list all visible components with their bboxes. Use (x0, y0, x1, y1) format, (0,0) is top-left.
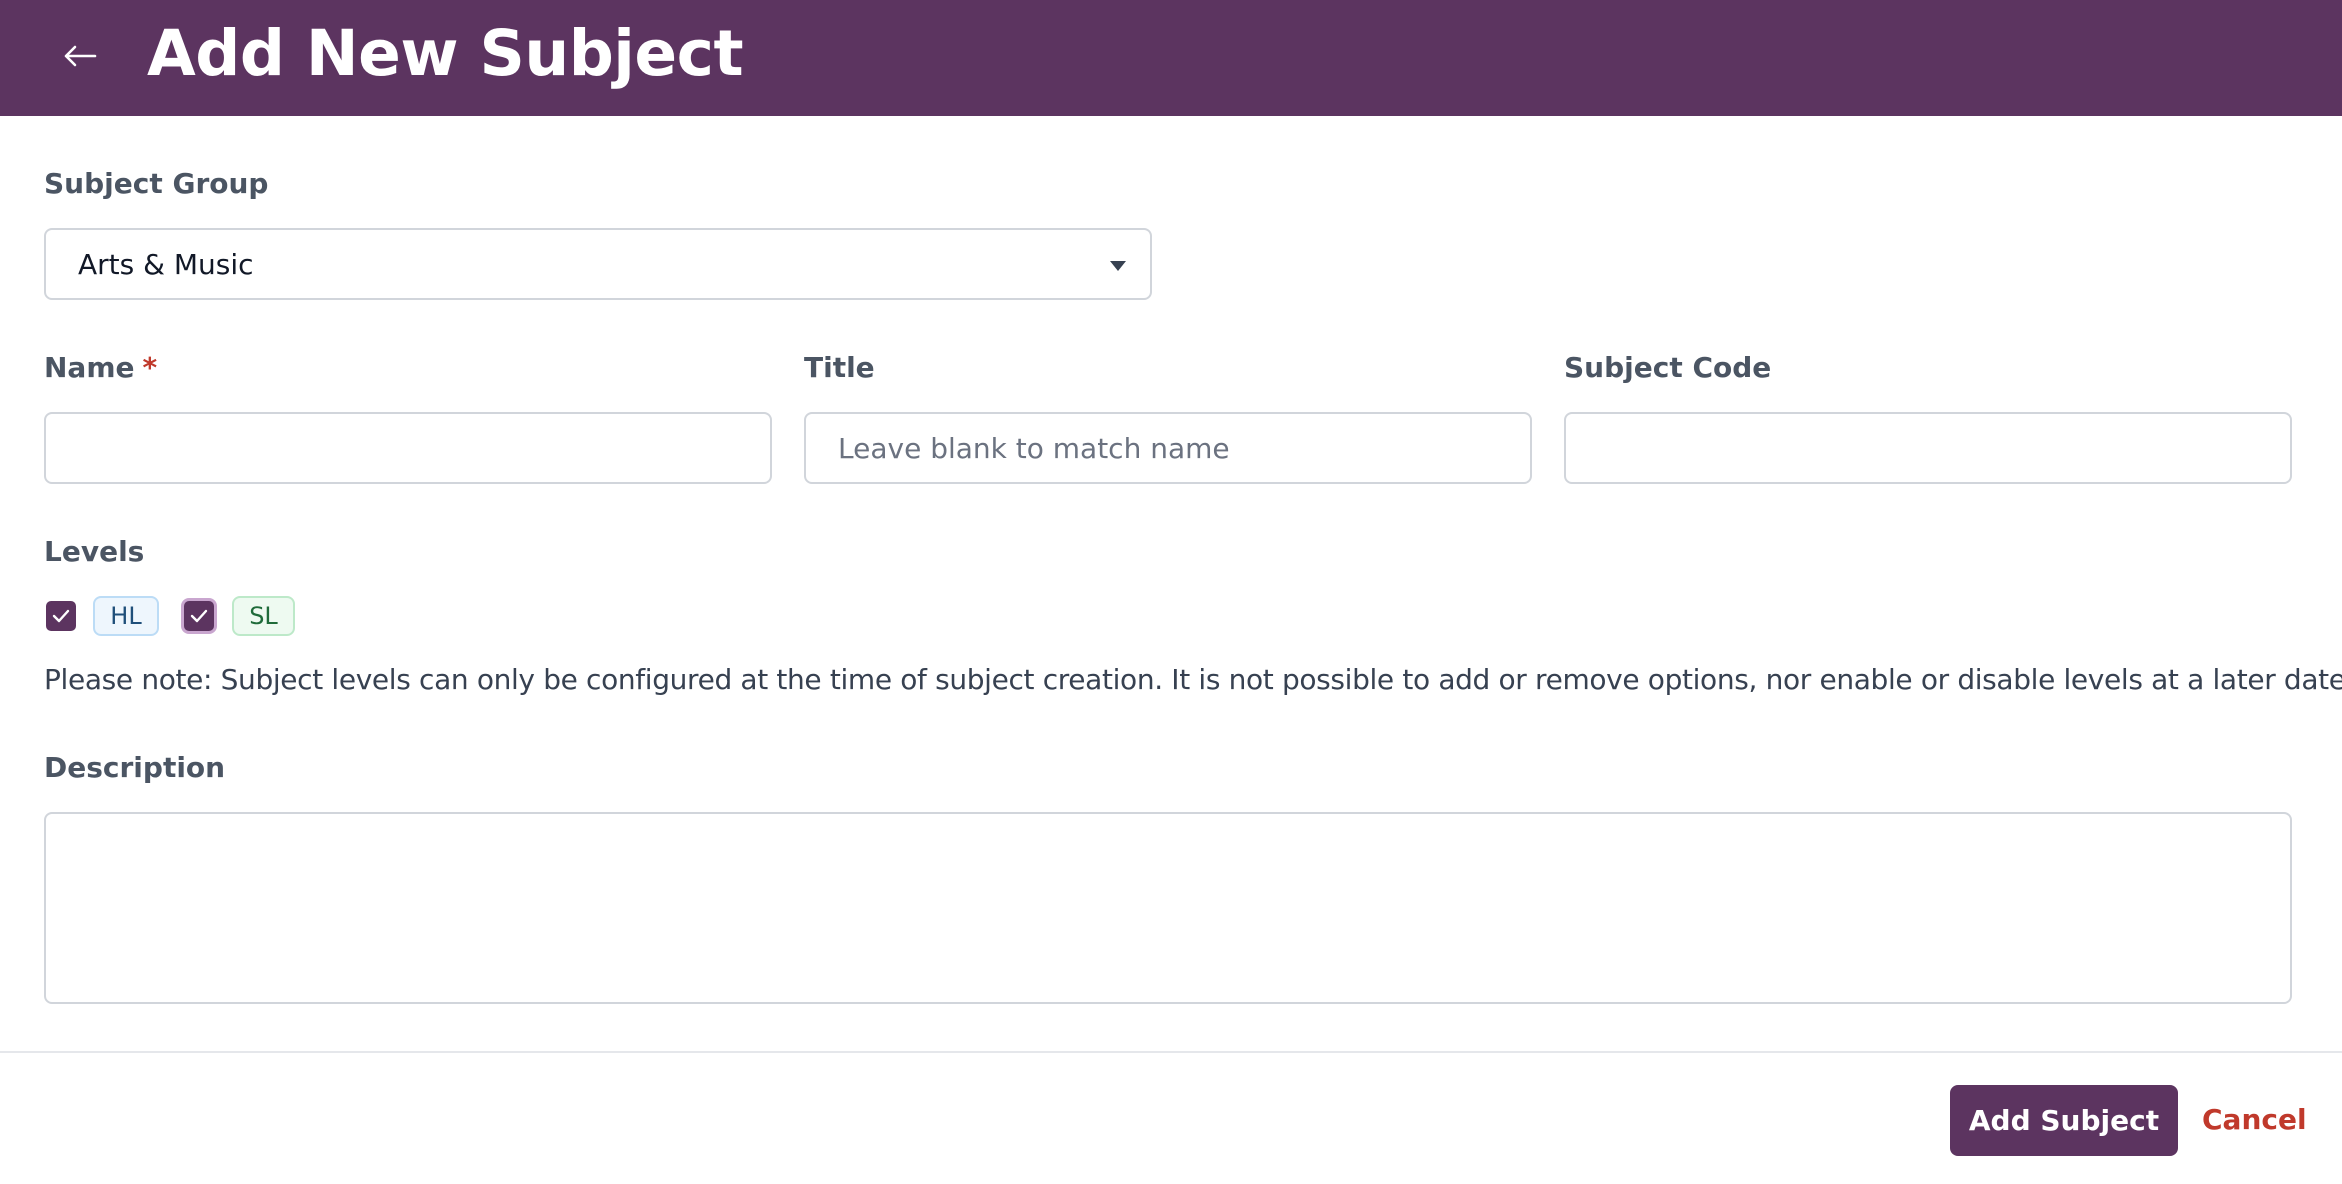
subject-group-label: Subject Group (44, 167, 269, 200)
subject-code-label: Subject Code (1564, 351, 1772, 384)
level-badge-hl: HL (93, 596, 159, 636)
title-input[interactable] (804, 412, 1532, 484)
name-label: Name * (44, 350, 157, 386)
subject-code-input[interactable] (1564, 412, 2292, 484)
level-badge-sl: SL (232, 596, 295, 636)
name-label-text: Name (44, 351, 135, 384)
check-icon (52, 609, 70, 623)
subject-group-value: Arts & Music (78, 247, 254, 281)
arrow-left-icon (64, 45, 97, 67)
page-title: Add New Subject (147, 17, 744, 90)
title-label: Title (804, 351, 875, 384)
check-icon (190, 609, 208, 623)
name-input[interactable] (44, 412, 772, 484)
cancel-link[interactable]: Cancel (2202, 1102, 2307, 1138)
caret-down-icon (1110, 261, 1126, 271)
sl-checkbox[interactable] (184, 601, 214, 631)
app-header: Add New Subject (0, 0, 2342, 116)
subject-group-select[interactable]: Arts & Music (44, 228, 1152, 300)
back-button[interactable] (58, 34, 102, 78)
footer-divider (0, 1051, 2342, 1053)
description-label: Description (44, 751, 226, 784)
add-subject-button[interactable]: Add Subject (1950, 1085, 2178, 1156)
levels-label: Levels (44, 535, 145, 568)
description-textarea[interactable] (44, 812, 2292, 1004)
required-marker: * (142, 351, 158, 384)
levels-note: Please note: Subject levels can only be … (44, 663, 2342, 696)
hl-checkbox[interactable] (46, 601, 76, 631)
